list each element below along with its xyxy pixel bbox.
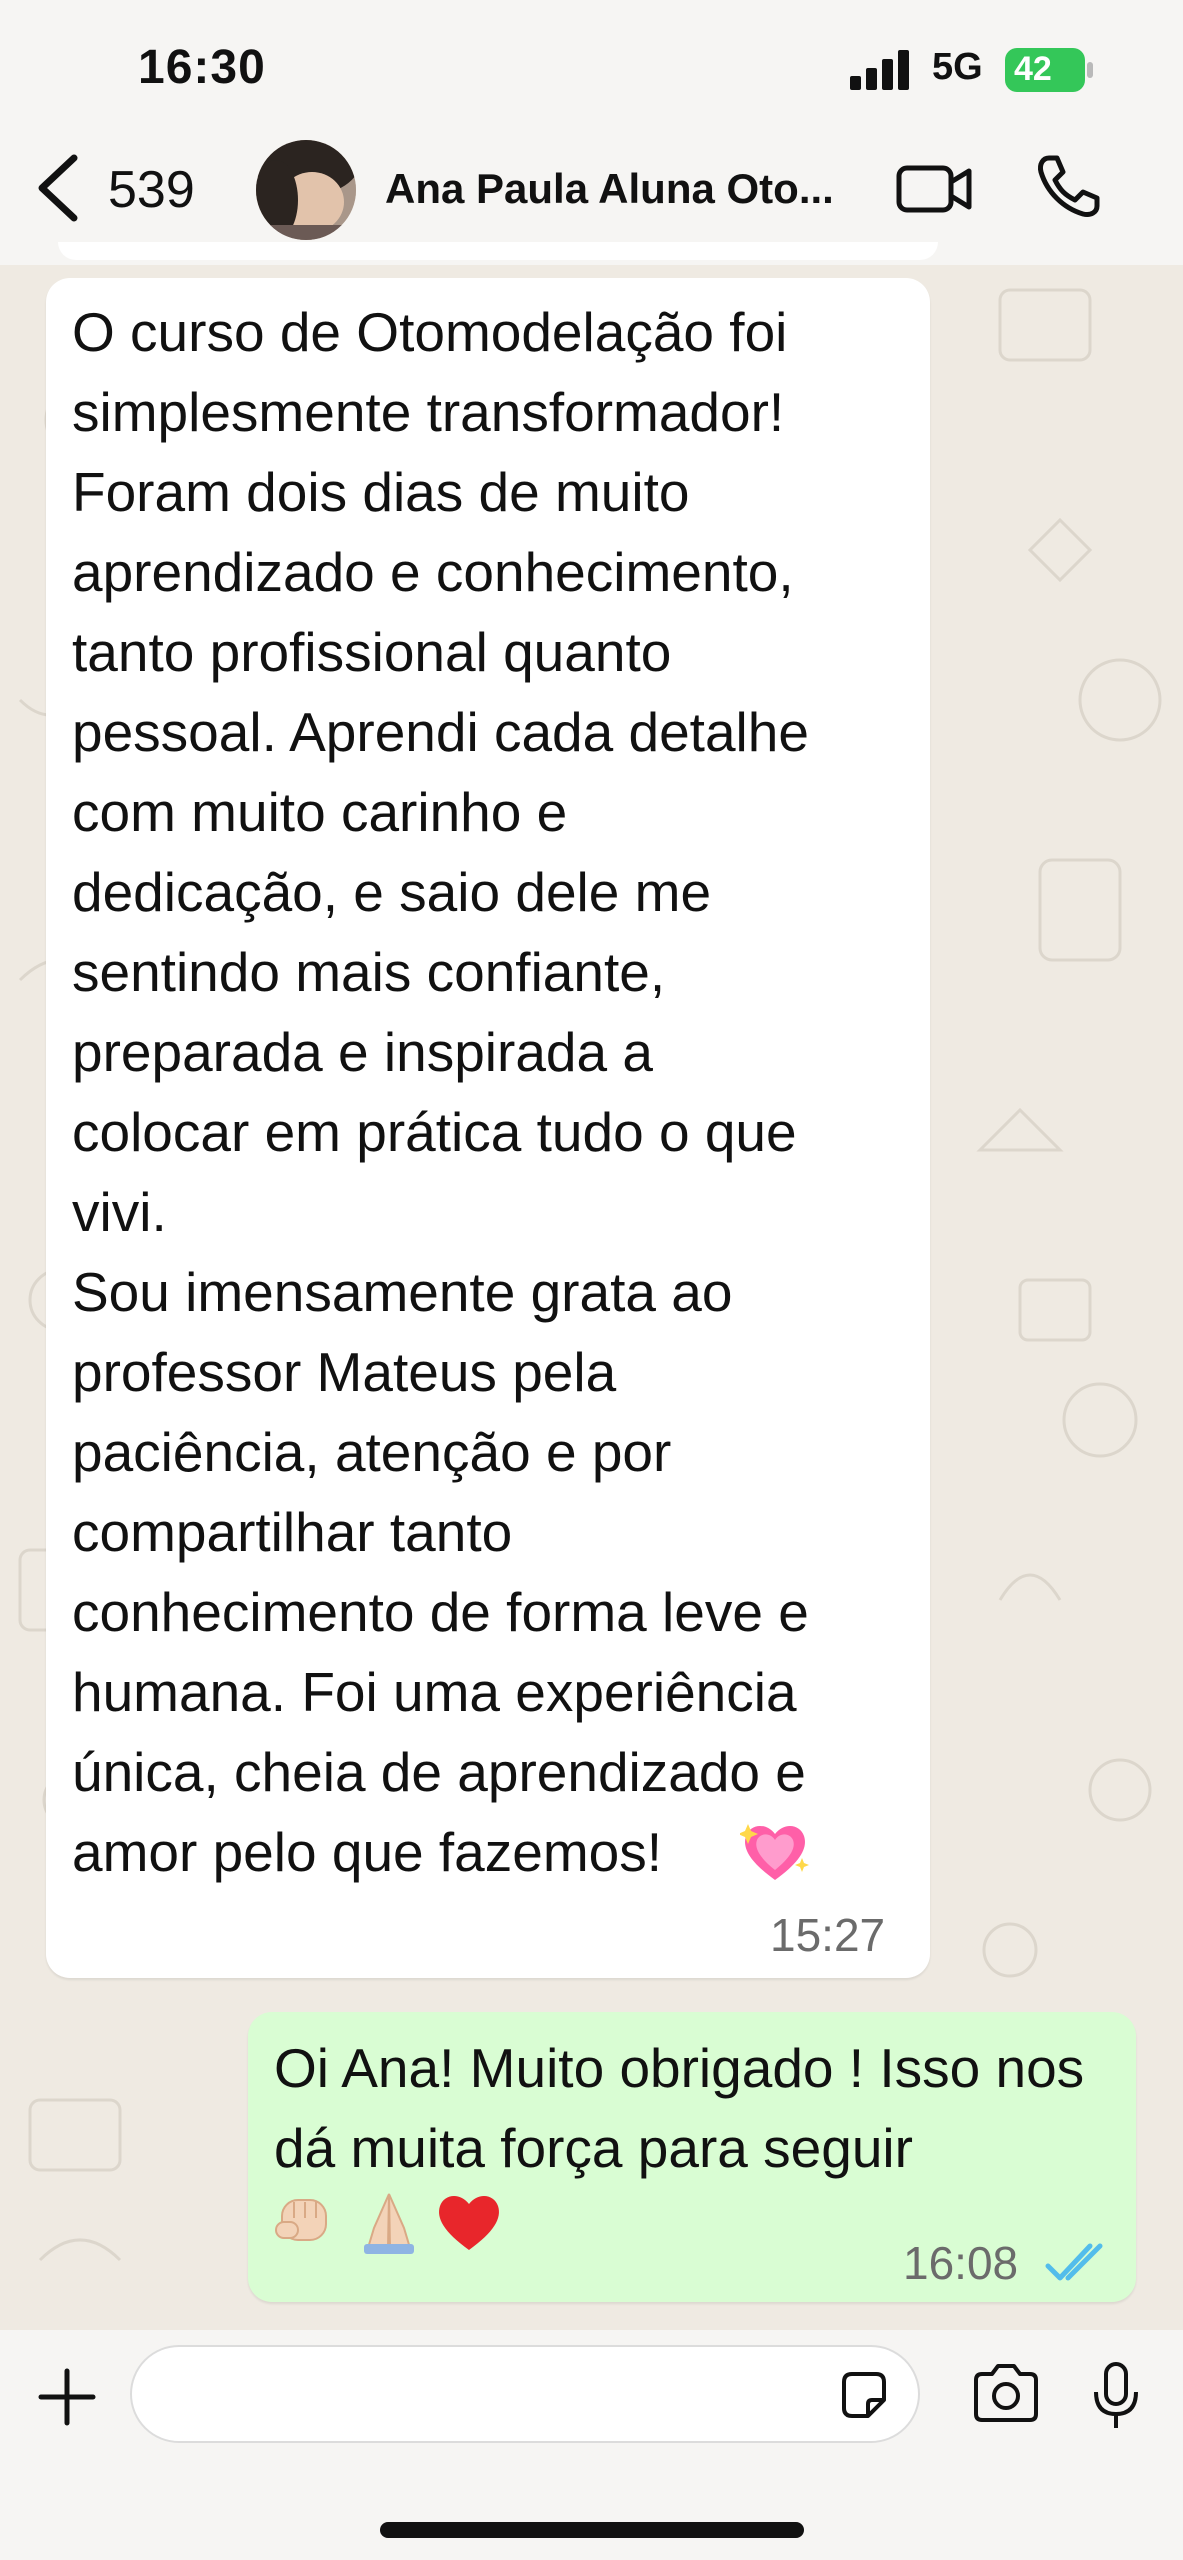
incoming-message-text: O curso de Otomodelação foi simplesmente…: [72, 301, 809, 1883]
video-call-icon[interactable]: [895, 158, 975, 218]
signal-strength-icon: [850, 50, 909, 90]
back-chevron-icon[interactable]: [30, 150, 90, 226]
previous-message-bubble: [58, 242, 938, 260]
outgoing-message-text: Oi Ana! Muito obrigado ! Isso nos dá mui…: [274, 2037, 1085, 2179]
outgoing-message-time: 16:08: [903, 2237, 1019, 2289]
microphone-icon[interactable]: [1090, 2360, 1142, 2432]
read-receipt-icon: [1045, 2243, 1103, 2281]
folded-hands-icon: [364, 2193, 414, 2254]
contact-name[interactable]: Ana Paula Aluna Oto...: [385, 165, 834, 213]
unread-count[interactable]: 539: [108, 160, 195, 220]
fist-bump-icon: [275, 2199, 327, 2241]
sticker-icon[interactable]: [836, 2368, 892, 2424]
status-time: 16:30: [138, 41, 266, 94]
network-type: 5G: [932, 46, 983, 88]
camera-icon[interactable]: [970, 2362, 1042, 2424]
plus-icon[interactable]: [35, 2365, 99, 2429]
home-indicator: [380, 2522, 804, 2538]
battery-level: 42: [1014, 50, 1052, 88]
red-heart-icon: [439, 2195, 499, 2250]
message-input[interactable]: [130, 2345, 920, 2443]
phone-call-icon[interactable]: [1035, 152, 1105, 222]
sparkling-heart-icon: [740, 1824, 809, 1880]
avatar[interactable]: [256, 140, 356, 240]
incoming-message-time: 15:27: [770, 1909, 886, 1961]
